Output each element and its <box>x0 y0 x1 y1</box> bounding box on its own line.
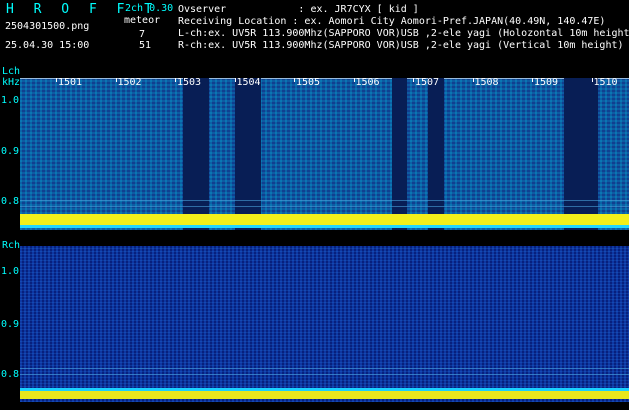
rch-receiver-line: R-ch:ex. UV5R 113.900Mhz(SAPPORO VOR)USB… <box>178 40 624 51</box>
minute-label: 1508 <box>474 78 499 88</box>
minute-label: 1501 <box>58 78 83 88</box>
minute-tick <box>532 78 533 82</box>
grid-line <box>20 200 629 201</box>
rch-carrier-band <box>20 391 629 399</box>
minute-tick <box>234 78 236 82</box>
meteor-count-l: 7 <box>139 29 146 40</box>
minute-label: 1509 <box>534 78 559 88</box>
minute-label: 1510 <box>593 78 618 88</box>
lch-spectrogram: 1501 1502 1503 1504 1505 1506 1507 1508 1509 1510 <box>20 78 629 230</box>
location-line: Receiving Location : ex. Aomori City Aom… <box>178 16 606 27</box>
spectrogram-window: { "header": { "title": "H R O F F T", "f… <box>0 0 629 410</box>
lch-ytick-0.9: 0.9 <box>1 146 20 157</box>
minute-label: 1502 <box>117 78 142 88</box>
signal-gap <box>183 78 209 230</box>
minute-label: 1504 <box>236 78 261 88</box>
rch-ytick-0.8: 0.8 <box>1 369 20 380</box>
minute-label: 1506 <box>355 78 380 88</box>
minute-label: 1503 <box>177 78 202 88</box>
rch-label: Rch <box>2 240 21 251</box>
minute-tick <box>353 78 355 82</box>
minute-tick <box>175 78 176 82</box>
lch-ytick-0.8: 0.8 <box>1 196 20 207</box>
rch-ytick-0.9: 0.9 <box>1 319 20 330</box>
meteor-label: meteor <box>124 15 161 26</box>
minute-tick <box>591 78 593 82</box>
signal-gap <box>392 78 407 230</box>
grid-line <box>20 206 629 207</box>
filename: 2504301500.png <box>5 21 90 32</box>
lch-label: Lch <box>2 66 21 77</box>
lch-receiver-line: L-ch:ex. UV5R 113.900Mhz(SAPPORO VOR)USB… <box>178 28 629 39</box>
minute-label: 1505 <box>296 78 321 88</box>
meteor-count-r: 51 <box>139 40 152 51</box>
signal-gap <box>564 78 598 230</box>
observer-line: Ovserver : ex. JR7CYX [ kid ] <box>178 4 419 15</box>
minute-tick <box>115 78 117 82</box>
lch-ytick-1.0: 1.0 <box>1 95 20 106</box>
minute-tick <box>294 78 295 82</box>
signal-gap <box>428 78 444 230</box>
khz-unit: kHz <box>2 77 21 88</box>
minute-tick <box>413 78 414 82</box>
rch-spectrogram <box>20 246 629 402</box>
grid-line <box>20 368 629 369</box>
grid-line <box>20 374 629 375</box>
minute-tick <box>56 78 57 82</box>
minute-label: 1507 <box>415 78 440 88</box>
timestamp: 25.04.30 15:00 <box>5 40 90 51</box>
mode-label: 2ch 0.30 <box>125 3 174 14</box>
lch-carrier-band <box>20 214 629 225</box>
signal-gap <box>235 78 261 230</box>
lch-noise-floor <box>20 225 629 228</box>
minute-tick <box>472 78 474 82</box>
rch-ytick-1.0: 1.0 <box>1 266 20 277</box>
